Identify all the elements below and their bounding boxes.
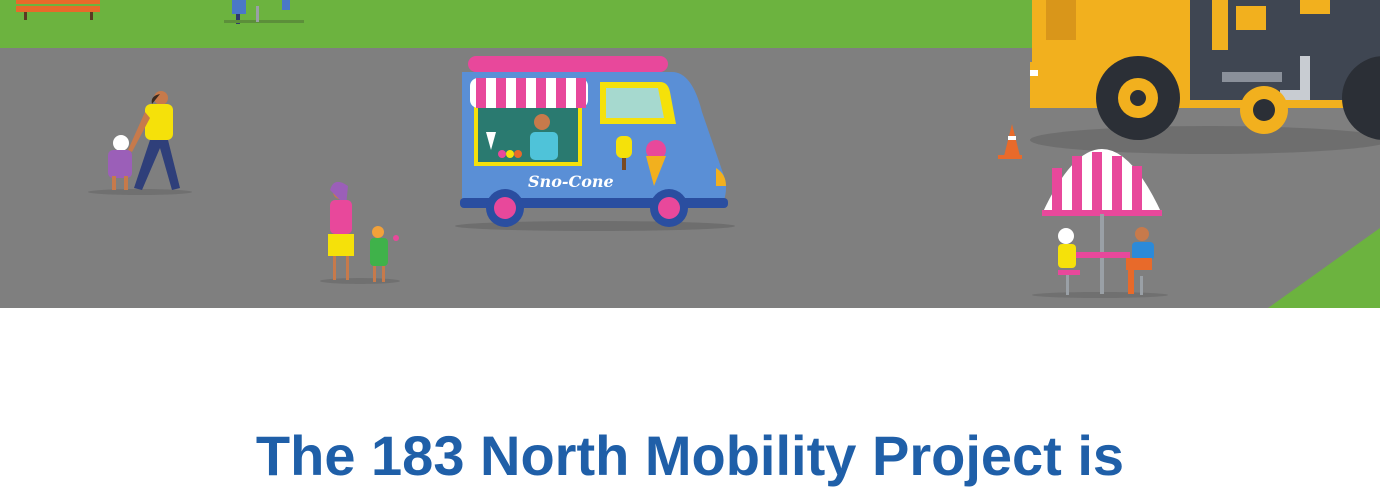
construction-machine xyxy=(1030,0,1380,154)
truck-awning xyxy=(470,78,588,108)
hero-illustration: Sno-Cone xyxy=(0,0,1380,308)
page-headline: The 183 North Mobility Project is xyxy=(255,424,1125,487)
truck-roof xyxy=(468,56,668,72)
truck-sign: Sno-Cone xyxy=(528,172,614,191)
